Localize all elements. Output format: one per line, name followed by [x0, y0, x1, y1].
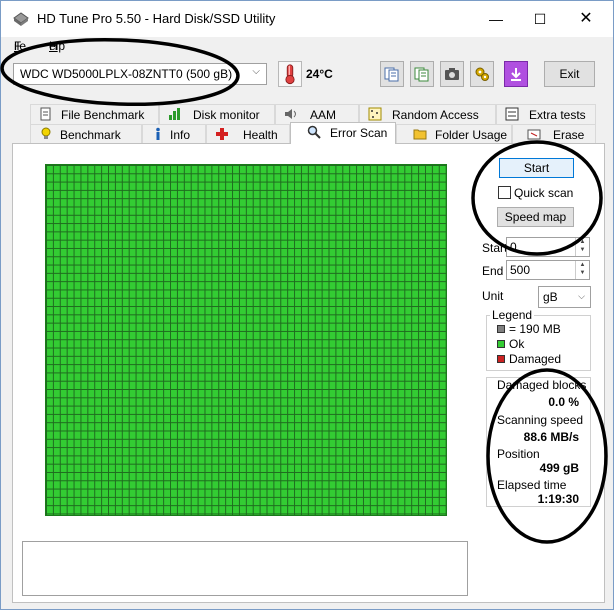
- window-title: HD Tune Pro 5.50 - Hard Disk/SSD Utility: [37, 11, 276, 26]
- legend-ok: Ok: [509, 337, 525, 351]
- tab-benchmark[interactable]: Benchmark: [30, 124, 142, 144]
- options-button[interactable]: [470, 61, 494, 87]
- extra-tests-icon: [505, 107, 519, 121]
- quick-scan-checkbox[interactable]: [498, 186, 511, 199]
- tab-erase[interactable]: Erase: [512, 124, 596, 144]
- stepper-arrows-icon[interactable]: ▲ ▼: [575, 261, 589, 279]
- start-scan-button[interactable]: Start: [499, 158, 574, 178]
- thermometer-icon: [285, 64, 295, 85]
- camera-icon: [445, 68, 459, 80]
- tab-info[interactable]: Info: [142, 124, 206, 144]
- position-label: Position: [497, 447, 540, 461]
- speaker-icon: [285, 109, 296, 119]
- stepper-arrows-icon[interactable]: ▲ ▼: [575, 238, 589, 256]
- exit-button[interactable]: Exit: [544, 61, 595, 87]
- tab-file-benchmark[interactable]: File Benchmark: [30, 104, 159, 124]
- screenshot-button[interactable]: [440, 61, 464, 87]
- scanning-speed-value: 88.6 MB/s: [523, 430, 579, 444]
- tab-extra-tests[interactable]: Extra tests: [496, 104, 596, 124]
- tab-random-access[interactable]: Random Access: [359, 104, 496, 124]
- options-icon: [475, 67, 489, 81]
- drive-select-value: WDC WD5000LPLX-08ZNTT0 (500 gB): [20, 67, 233, 81]
- info-icon: [156, 127, 160, 140]
- end-position-value: 500: [510, 263, 531, 277]
- legend-damaged: Damaged: [509, 352, 562, 366]
- end-field-label: End: [482, 264, 504, 278]
- download-icon: [511, 68, 521, 81]
- tab-error-scan[interactable]: Error Scan: [290, 122, 396, 144]
- tab-disk-monitor[interactable]: Disk monitor: [159, 104, 275, 124]
- scan-log-area: [22, 541, 468, 596]
- hdtune-app-icon: [13, 12, 29, 26]
- copy-text-icon: [414, 67, 429, 82]
- tab-aam[interactable]: AAM: [275, 104, 359, 124]
- scanning-speed-label: Scanning speed: [497, 413, 584, 427]
- unit-label: Unit: [482, 289, 504, 303]
- chevron-down-icon: ⌵: [578, 291, 585, 301]
- app-window: HD Tune Pro 5.50 - Hard Disk/SSD Utility…: [0, 0, 614, 610]
- chevron-down-icon: ⌵: [252, 66, 260, 77]
- end-position-input[interactable]: 500 ▲ ▼: [506, 260, 590, 280]
- temperature-readout: 24°C: [306, 67, 333, 81]
- unit-select-value: gB: [543, 290, 558, 304]
- random-access-icon: [368, 107, 382, 121]
- tab-folder-usage[interactable]: Folder Usage: [396, 124, 512, 144]
- disk-monitor-icon: [169, 108, 180, 120]
- elapsed-time-value: 1:19:30: [537, 492, 579, 506]
- tab-health[interactable]: Health: [206, 124, 290, 144]
- close-button[interactable]: ✕: [563, 1, 609, 37]
- menu-bar: File Help: [1, 37, 613, 55]
- start-position-input[interactable]: 0 ▲ ▼: [506, 237, 590, 257]
- ok-swatch: [497, 340, 505, 348]
- unit-select[interactable]: gB ⌵: [538, 286, 591, 308]
- file-benchmark-icon: [40, 107, 51, 121]
- copy-text-button[interactable]: [410, 61, 434, 87]
- health-cross-icon: [216, 128, 228, 140]
- speed-map-button[interactable]: Speed map: [497, 207, 574, 227]
- start-field-label: Start: [482, 241, 508, 255]
- folder-icon: [413, 129, 427, 140]
- download-button[interactable]: [504, 61, 528, 87]
- temperature-icon: [278, 61, 302, 87]
- title-bar: HD Tune Pro 5.50 - Hard Disk/SSD Utility…: [1, 1, 613, 37]
- damaged-blocks-label: Damaged blocks: [497, 378, 587, 392]
- maximize-button[interactable]: ☐: [517, 1, 563, 37]
- position-value: 499 gB: [539, 461, 579, 475]
- copy-info-button[interactable]: [380, 61, 404, 87]
- block-size-swatch: [497, 325, 505, 333]
- start-position-value: 0: [510, 240, 517, 254]
- damaged-swatch: [497, 355, 505, 363]
- elapsed-time-label: Elapsed time: [497, 478, 567, 492]
- quick-scan-label: Quick scan: [514, 186, 574, 200]
- legend-title: Legend: [490, 308, 535, 322]
- lightbulb-icon: [41, 127, 51, 139]
- legend-block-size: = 190 MB: [509, 322, 561, 336]
- damaged-blocks-value: 0.0 %: [548, 395, 579, 409]
- erase-icon: [527, 129, 541, 140]
- error-scan-block-map: [45, 164, 447, 516]
- drive-select[interactable]: WDC WD5000LPLX-08ZNTT0 (500 gB) ⌵: [13, 63, 267, 85]
- minimize-button[interactable]: —: [473, 1, 519, 37]
- copy-info-icon: [384, 67, 399, 82]
- magnifier-icon: [307, 125, 321, 139]
